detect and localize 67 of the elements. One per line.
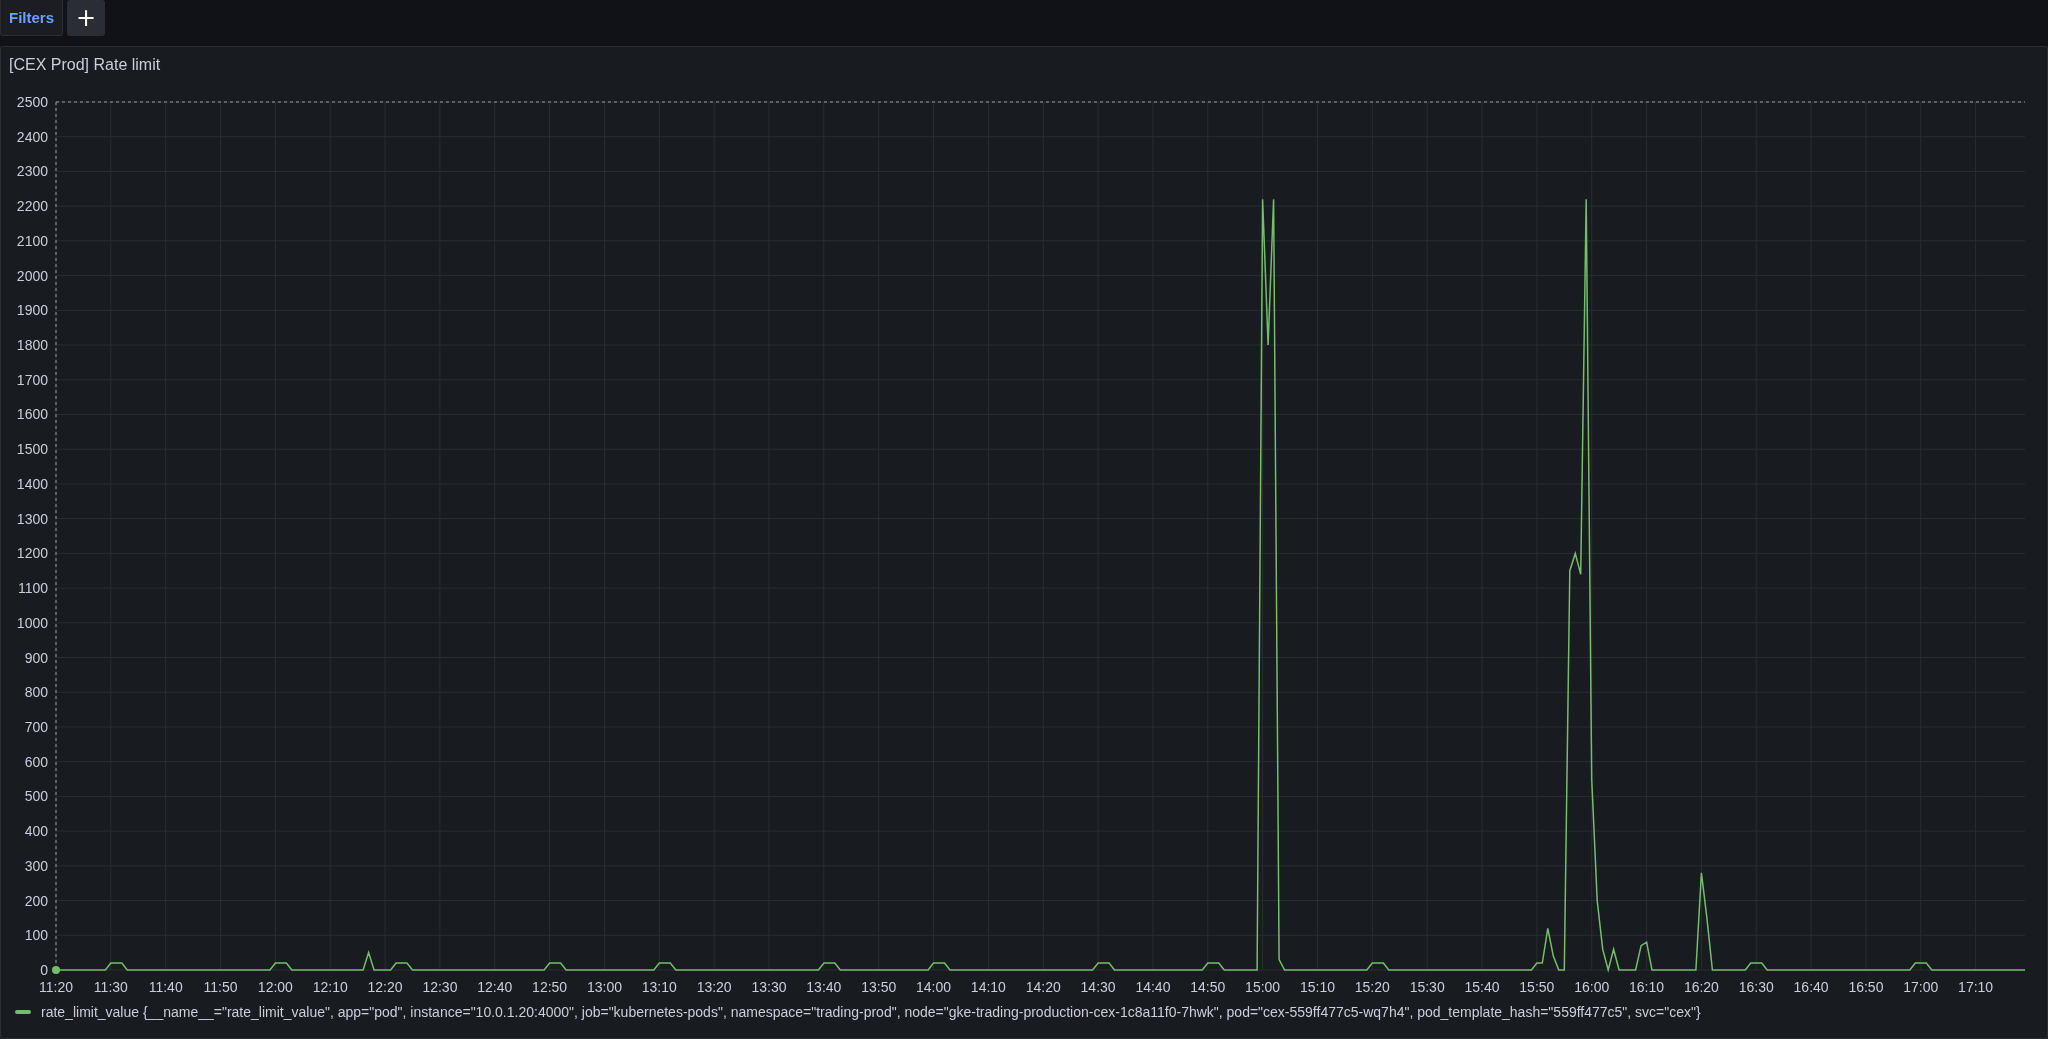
legend-label[interactable]: rate_limit_value {__name__="rate_limit_value", app="pod", instance="10.0.1.20:4000", job="kubernetes-pods", namespace="trading-prod", node="gke-trading-production-cex-1c8a11f0-7hwk", pod="cex-559ff477c5-wq7h4", pod_template_hash="559ff477c5", svc="cex"}	[41, 1004, 1701, 1020]
axis-tick-label: 15:20	[1354, 979, 1390, 995]
axis-tick-label: 11:30	[93, 979, 128, 995]
axis-tick-label: 15:40	[1464, 979, 1500, 995]
axis-tick-label: 12:50	[532, 979, 568, 995]
axis-tick-label: 12:40	[477, 979, 513, 995]
axis-tick-label: 1300	[16, 510, 48, 527]
axis-tick-label: 13:10	[641, 979, 677, 995]
axis-tick-label: 1800	[16, 337, 48, 354]
axis-tick-label: 12:00	[257, 979, 293, 995]
panel-title: [CEX Prod] Rate limit	[8, 55, 162, 75]
axis-tick-label: 15:50	[1519, 979, 1555, 995]
axis-tick-label: 0	[40, 962, 48, 978]
axis-tick-label: 15:30	[1409, 979, 1445, 995]
axis-tick-label: 14:50	[1190, 979, 1226, 995]
axis-tick-label: 13:30	[751, 979, 787, 995]
axis-tick-label: 900	[24, 649, 48, 666]
axis-tick-label: 200	[24, 892, 48, 909]
axis-tick-label: 16:00	[1574, 979, 1610, 995]
axis-tick-label: 13:00	[586, 979, 622, 995]
axis-tick-label: 15:00	[1245, 979, 1281, 995]
axis-tick-label: 14:00	[916, 979, 952, 995]
axis-tick-label: 13:40	[806, 979, 842, 995]
axis-tick-label: 1000	[16, 614, 48, 631]
axis-tick-label: 1400	[16, 475, 48, 492]
axis-tick-label: 11:40	[148, 979, 183, 995]
axis-tick-label: 1600	[16, 406, 48, 423]
axis-tick-label: 17:10	[1958, 979, 1994, 995]
axis-tick-label: 400	[24, 823, 48, 840]
axis-tick-label: 800	[24, 684, 48, 701]
axis-tick-label: 16:30	[1738, 979, 1774, 995]
axis-tick-label: 12:10	[312, 979, 348, 995]
axis-tick-label: 2200	[16, 198, 48, 215]
axis-tick-label: 11:50	[203, 979, 238, 995]
axis-tick-label: 11:20	[39, 979, 73, 995]
axis-tick-label: 17:00	[1903, 979, 1939, 995]
axis-tick-label: 14:20	[1025, 979, 1061, 995]
axis-tick-label: 13:50	[861, 979, 897, 995]
axis-tick-label: 300	[24, 857, 48, 874]
axis-tick-label: 1500	[16, 441, 48, 458]
axis-tick-label: 500	[24, 788, 48, 805]
axis-tick-label: 2500	[16, 94, 48, 110]
axis-tick-label: 1100	[17, 580, 48, 597]
axis-tick-label: 1200	[16, 545, 48, 562]
axis-tick-label: 15:10	[1299, 979, 1335, 995]
axis-tick-label: 1900	[16, 302, 48, 319]
axis-tick-label: 2000	[16, 267, 48, 284]
filters-button[interactable]: Filters	[0, 0, 63, 36]
axis-tick-label: 16:20	[1683, 979, 1719, 995]
axis-tick-label: 12:30	[422, 979, 458, 995]
axis-tick-label: 12:20	[367, 979, 403, 995]
axis-tick-label: 700	[24, 718, 48, 735]
axis-tick-label: 16:10	[1629, 979, 1665, 995]
axis-tick-label: 16:40	[1793, 979, 1829, 995]
axis-tick-label: 2400	[16, 128, 48, 145]
axis-tick-label: 600	[24, 753, 48, 770]
add-button[interactable]: +	[67, 0, 105, 36]
axis-tick-label: 1700	[16, 371, 48, 388]
axis-tick-label: 14:40	[1135, 979, 1171, 995]
axis-tick-label: 14:30	[1080, 979, 1116, 995]
axis-tick-label: 14:10	[970, 979, 1006, 995]
axis-tick-label: 2300	[16, 163, 48, 180]
axis-tick-label: 16:50	[1848, 979, 1884, 995]
axis-tick-label: 100	[24, 927, 48, 944]
axis-tick-label: 2100	[16, 232, 48, 249]
axis-tick-label: 13:20	[696, 979, 732, 995]
hover-point	[52, 966, 60, 974]
